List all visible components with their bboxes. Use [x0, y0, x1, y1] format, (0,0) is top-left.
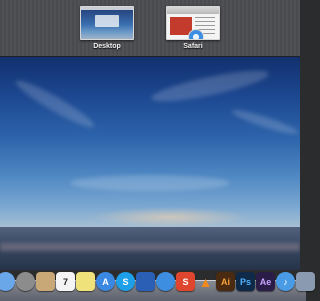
after-effects-glyph: Ae: [259, 276, 272, 287]
dock: 7 A S S ▲ Ai Ps Ae ♪: [0, 268, 315, 301]
finder-icon[interactable]: [0, 272, 15, 291]
wallpaper-cloud: [230, 106, 300, 138]
sunset-glow: [90, 207, 250, 227]
app-store-glyph: A: [102, 276, 109, 287]
space-desktop[interactable]: Desktop: [80, 6, 134, 50]
vlc-glyph: ▲: [198, 273, 213, 290]
scrivener-glyph: S: [182, 276, 189, 287]
space-safari[interactable]: Safari: [166, 6, 220, 50]
desktop-wallpaper[interactable]: [0, 57, 300, 270]
itunes-glyph: ♪: [283, 276, 288, 287]
itunes-icon[interactable]: ♪: [276, 272, 295, 291]
mission-control-spaces-bar: Desktop Safari: [0, 0, 300, 57]
photoshop-glyph: Ps: [239, 276, 251, 287]
wallpaper-cloud: [12, 75, 98, 133]
scrivener-icon[interactable]: S: [176, 272, 195, 291]
safari-thumbnail[interactable]: [166, 6, 220, 40]
calendar-icon[interactable]: 7: [56, 272, 75, 291]
skype-icon[interactable]: S: [116, 272, 135, 291]
mini-menubar: [81, 7, 133, 10]
after-effects-icon[interactable]: Ae: [256, 272, 275, 291]
app-store-icon[interactable]: A: [96, 272, 115, 291]
calendar-glyph: 7: [62, 276, 68, 287]
xcode-icon[interactable]: [136, 272, 155, 291]
space-label-safari: Safari: [183, 43, 203, 50]
vlc-icon[interactable]: ▲: [196, 272, 215, 291]
photoshop-icon[interactable]: Ps: [236, 272, 255, 291]
safari-icon[interactable]: [156, 272, 175, 291]
system-preferences-icon[interactable]: [16, 272, 35, 291]
dock-icons: 7 A S S ▲ Ai Ps Ae ♪: [0, 272, 315, 291]
preview-icon[interactable]: [296, 272, 315, 291]
illustrator-glyph: Ai: [221, 276, 230, 287]
contacts-icon[interactable]: [36, 272, 55, 291]
wallpaper-shore: [0, 243, 300, 251]
mini-window: [95, 15, 119, 27]
mini-browser-toolbar: [167, 7, 219, 14]
desktop-thumbnail[interactable]: [80, 6, 134, 40]
wallpaper-cloud: [70, 175, 230, 191]
safari-badge-icon: [188, 29, 204, 39]
wallpaper-cloud: [149, 64, 271, 108]
illustrator-icon[interactable]: Ai: [216, 272, 235, 291]
skype-glyph: S: [122, 276, 129, 287]
notes-icon[interactable]: [76, 272, 95, 291]
space-label-desktop: Desktop: [93, 43, 121, 50]
